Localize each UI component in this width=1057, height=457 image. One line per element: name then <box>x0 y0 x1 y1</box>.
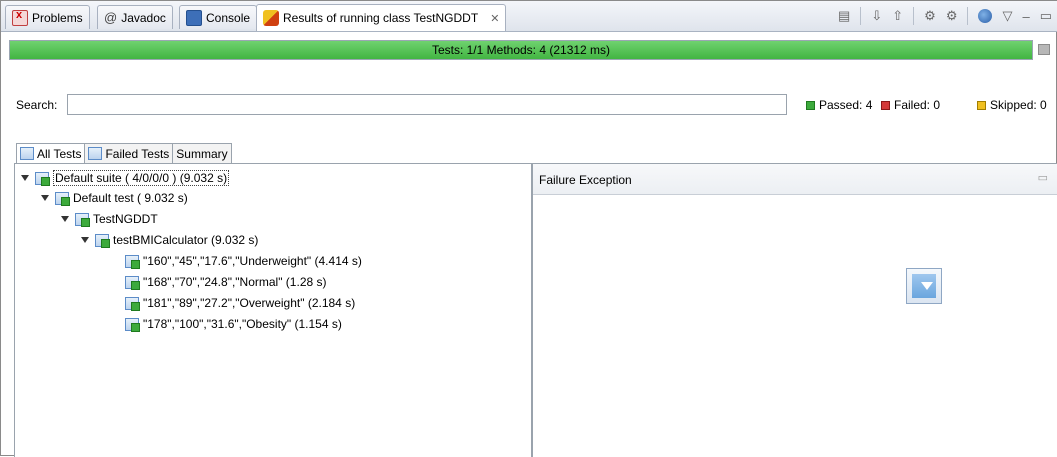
expand-icon[interactable] <box>21 175 29 181</box>
tree-node-label: "168","70","24.8","Normal" (1.28 s) <box>143 275 327 289</box>
failure-panel-title: Failure Exception <box>539 173 632 187</box>
tab-summary[interactable]: Summary <box>172 143 232 163</box>
suite-icon <box>35 171 50 186</box>
tab-label: Problems <box>32 10 83 25</box>
stack-trace-filter-button[interactable] <box>906 268 942 304</box>
tree-icon <box>88 147 103 160</box>
down-arrow-icon <box>912 274 936 298</box>
tab-all-tests[interactable]: All Tests <box>16 143 86 163</box>
search-label: Search: <box>16 98 58 112</box>
problems-icon <box>12 9 28 26</box>
method-icon <box>95 233 110 248</box>
progress-bar: Tests: 1/1 Methods: 4 (21312 ms) <box>9 40 1033 60</box>
passed-label: Passed: 4 <box>819 98 873 112</box>
tree-node-label: TestNGDDT <box>93 212 158 226</box>
tab-label: Summary <box>176 146 228 161</box>
failed-label: Failed: 0 <box>894 98 941 112</box>
test-icon <box>55 191 70 206</box>
tree-node-invocation[interactable]: "178","100","31.6","Obesity" (1.154 s) <box>125 317 342 332</box>
testng-icon <box>263 10 279 26</box>
toolbar-separator <box>913 7 915 25</box>
tab-console[interactable]: Console <box>179 5 258 29</box>
passed-test-icon <box>125 296 140 311</box>
passed-test-icon <box>125 254 140 269</box>
tree-node-label: Default suite ( 4/0/0/0 ) (9.032 s) <box>53 170 230 186</box>
rerun-icon[interactable]: ▤ <box>838 8 850 24</box>
at-icon: @ <box>104 10 118 25</box>
results-tabs: All Tests Failed Tests Summary <box>16 143 232 163</box>
skipped-icon <box>977 100 986 110</box>
class-icon <box>75 212 90 227</box>
view-menu-icon[interactable]: ▽ <box>1002 8 1012 24</box>
tree-node-label: "160","45","17.6","Underweight" (4.414 s… <box>143 254 362 268</box>
console-icon <box>186 9 202 26</box>
search-input[interactable] <box>67 94 787 115</box>
testng-results-view: Problems @ Javadoc Console Results of ru… <box>0 0 1057 457</box>
tab-label: Console <box>206 10 251 25</box>
tree-node-invocation[interactable]: "160","45","17.6","Underweight" (4.414 s… <box>125 254 362 269</box>
tab-failed-tests[interactable]: Failed Tests <box>84 143 174 163</box>
tree-node-label: "181","89","27.2","Overweight" (2.184 s) <box>143 296 356 310</box>
rerun-failed-icon[interactable]: ⚙ <box>946 8 958 24</box>
previous-failure-icon[interactable]: ⇧ <box>892 8 903 24</box>
minimize-icon[interactable]: ▭ <box>1038 171 1048 184</box>
failed-icon <box>881 100 890 110</box>
tab-label: Javadoc <box>121 10 166 25</box>
skipped-count: Skipped: 0 <box>977 98 1047 112</box>
tab-javadoc[interactable]: @ Javadoc <box>97 5 173 29</box>
failure-exception-panel: Failure Exception ▭ <box>532 163 1057 457</box>
test-tree: Default suite ( 4/0/0/0 ) (9.032 s) Defa… <box>14 163 532 457</box>
expand-icon[interactable] <box>41 195 49 201</box>
run-icon[interactable]: ⚙ <box>924 8 936 24</box>
passed-test-icon <box>125 317 140 332</box>
tree-node-invocation[interactable]: "181","89","27.2","Overweight" (2.184 s) <box>125 296 356 311</box>
toolbar-separator <box>967 7 969 25</box>
passed-count: Passed: 4 <box>806 98 872 112</box>
progress-label: Tests: 1/1 Methods: 4 (21312 ms) <box>431 43 611 57</box>
scroll-lock-icon[interactable] <box>1038 44 1050 55</box>
tab-problems[interactable]: Problems <box>5 5 90 29</box>
minimize-icon[interactable]: ‒ <box>1022 9 1029 24</box>
tab-label: Results of running class TestNGDDT <box>283 11 479 25</box>
passed-icon <box>806 100 815 110</box>
globe-icon[interactable] <box>978 9 993 23</box>
failure-panel-header: Failure Exception ▭ <box>533 164 1057 195</box>
tree-node-suite[interactable]: Default suite ( 4/0/0/0 ) (9.032 s) <box>21 170 230 186</box>
failed-count: Failed: 0 <box>881 98 940 112</box>
tree-node-label: testBMICalculator (9.032 s) <box>113 233 259 247</box>
tab-testng-results[interactable]: Results of running class TestNGDDT ✕ <box>256 4 507 31</box>
toolbar-separator <box>860 7 862 25</box>
passed-test-icon <box>125 275 140 290</box>
tree-node-method[interactable]: testBMICalculator (9.032 s) <box>81 233 259 248</box>
tree-node-label: Default test ( 9.032 s) <box>73 191 188 205</box>
arrow-shape <box>921 282 933 290</box>
tree-node-invocation[interactable]: "168","70","24.8","Normal" (1.28 s) <box>125 275 327 290</box>
expand-icon[interactable] <box>61 216 69 222</box>
view-tab-bar: Problems @ Javadoc Console Results of ru… <box>1 1 1057 32</box>
skipped-label: Skipped: 0 <box>990 98 1047 112</box>
view-toolbar: ▤ ⇩ ⇧ ⚙ ⚙ ▽ ‒ ▭ <box>838 7 1052 25</box>
tab-label: All Tests <box>37 146 82 161</box>
tree-icon <box>20 147 34 160</box>
tree-node-test[interactable]: Default test ( 9.032 s) <box>41 191 188 206</box>
close-icon[interactable]: ✕ <box>490 12 499 25</box>
expand-icon[interactable] <box>81 237 89 243</box>
tab-label: Failed Tests <box>105 146 170 161</box>
tree-node-class[interactable]: TestNGDDT <box>61 212 158 227</box>
maximize-icon[interactable]: ▭ <box>1040 8 1052 24</box>
next-failure-icon[interactable]: ⇩ <box>871 8 882 24</box>
tree-node-label: "178","100","31.6","Obesity" (1.154 s) <box>143 317 342 331</box>
